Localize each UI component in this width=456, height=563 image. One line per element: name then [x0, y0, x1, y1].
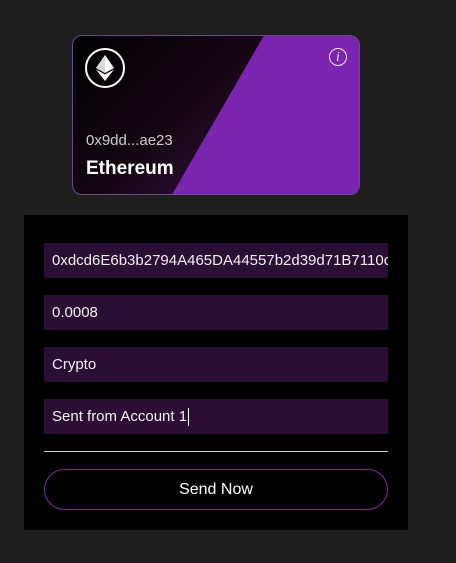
- info-icon[interactable]: i: [329, 48, 347, 66]
- memo-input[interactable]: Sent from Account 1: [44, 399, 388, 434]
- divider: [44, 451, 388, 452]
- memo-value: Sent from Account 1: [52, 408, 188, 425]
- recipient-address-value: 0xdcd6E6b3b2794A465DA44557b2d39d71B7110c…: [52, 252, 388, 269]
- account-card: i 0x9dd...ae23 Ethereum: [72, 35, 360, 195]
- asset-input[interactable]: Crypto: [44, 347, 388, 382]
- send-now-button[interactable]: Send Now: [44, 469, 388, 510]
- ethereum-icon: [85, 48, 125, 88]
- asset-value: Crypto: [52, 356, 97, 373]
- account-address: 0x9dd...ae23: [86, 132, 173, 149]
- text-caret: [188, 408, 190, 427]
- amount-input[interactable]: 0.0008: [44, 295, 388, 330]
- send-form: 0xdcd6E6b3b2794A465DA44557b2d39d71B7110c…: [24, 215, 408, 530]
- amount-value: 0.0008: [52, 304, 98, 321]
- recipient-address-input[interactable]: 0xdcd6E6b3b2794A465DA44557b2d39d71B7110c…: [44, 243, 388, 278]
- chain-name: Ethereum: [86, 158, 174, 179]
